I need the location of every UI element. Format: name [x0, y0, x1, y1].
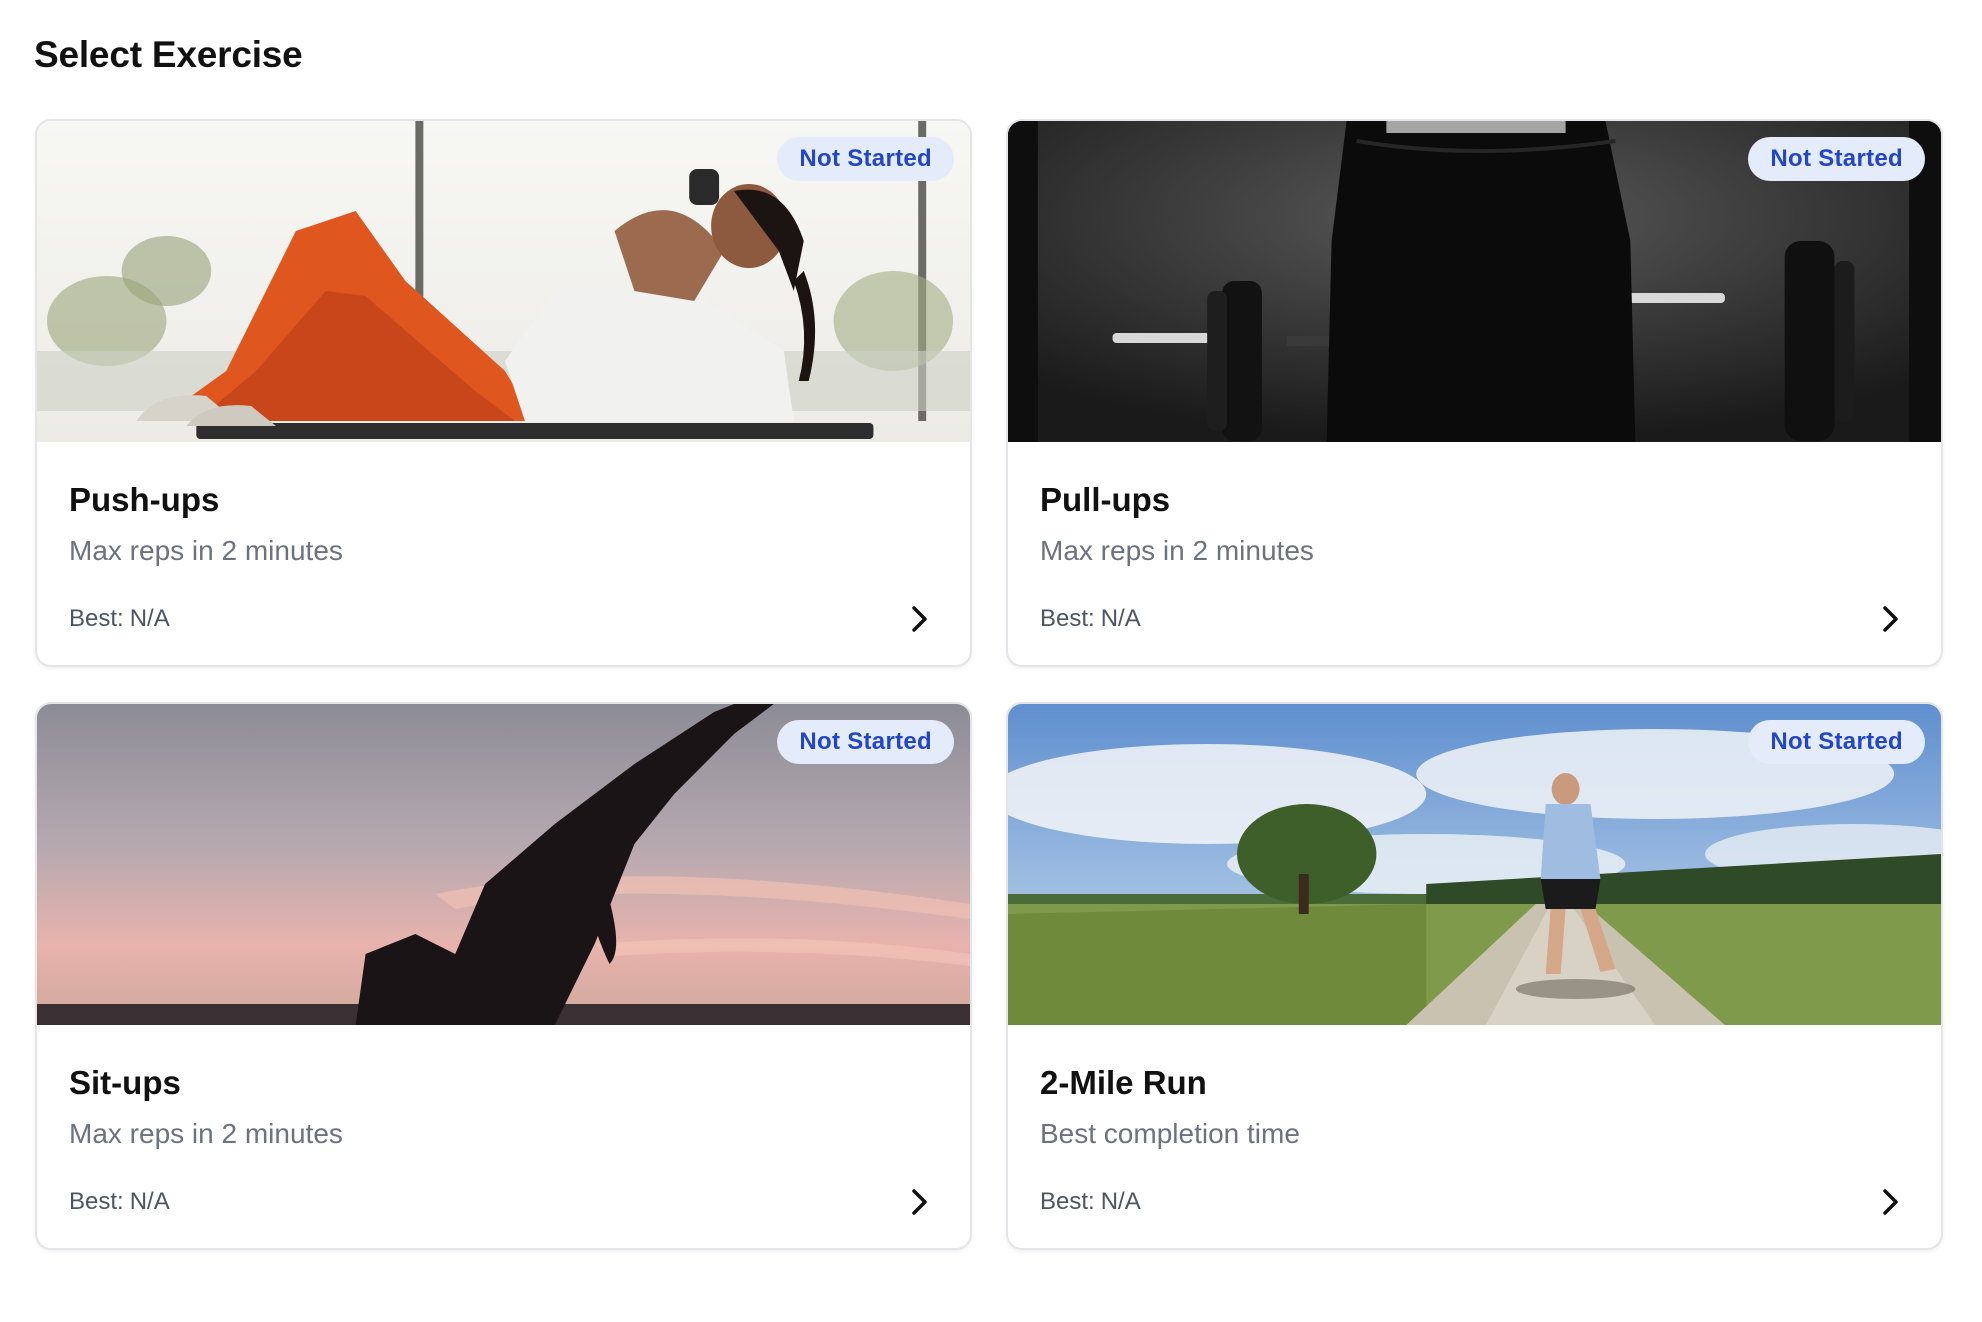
exercise-grid: Not Started Push-ups Max reps in 2 minut… — [35, 119, 1943, 1250]
card-footer: Best: N/A — [69, 1182, 938, 1222]
best-label: Best: — [69, 605, 124, 632]
exercise-card-sit-ups[interactable]: Not Started Sit-ups Max reps in 2 minute… — [35, 702, 972, 1250]
exercise-image: Not Started — [1008, 121, 1941, 442]
page-title: Select Exercise — [34, 34, 303, 75]
chevron-right-icon[interactable] — [902, 601, 938, 637]
status-badge: Not Started — [777, 137, 954, 181]
status-badge: Not Started — [1748, 137, 1925, 181]
status-badge: Not Started — [777, 720, 954, 764]
exercise-image: Not Started — [37, 121, 970, 442]
card-body: 2-Mile Run Best completion time — [1008, 1025, 1941, 1152]
exercise-image: Not Started — [37, 704, 970, 1025]
exercise-name: Pull-ups — [1040, 481, 1171, 518]
page: Select Exercise Not Started Push-ups Max… — [0, 0, 1982, 1322]
exercise-description: Best completion time — [1040, 1118, 1300, 1149]
exercise-card-push-ups[interactable]: Not Started Push-ups Max reps in 2 minut… — [35, 119, 972, 667]
exercise-description: Max reps in 2 minutes — [1040, 535, 1314, 566]
chevron-right-icon[interactable] — [902, 1184, 938, 1220]
best-value: N/A — [129, 1188, 170, 1215]
card-footer: Best: N/A — [1040, 1182, 1909, 1222]
card-footer: Best: N/A — [1040, 599, 1909, 639]
card-footer: Best: N/A — [69, 599, 938, 639]
exercise-image: Not Started — [1008, 704, 1941, 1025]
exercise-description: Max reps in 2 minutes — [69, 1118, 343, 1149]
status-badge: Not Started — [1748, 720, 1925, 764]
exercise-name: 2-Mile Run — [1040, 1064, 1207, 1101]
best-score: Best: N/A — [69, 605, 170, 633]
exercise-description: Max reps in 2 minutes — [69, 535, 343, 566]
chevron-right-icon[interactable] — [1873, 601, 1909, 637]
card-body: Pull-ups Max reps in 2 minutes — [1008, 442, 1941, 569]
exercise-name: Sit-ups — [69, 1064, 181, 1101]
best-value: N/A — [1100, 605, 1141, 632]
best-label: Best: — [1040, 605, 1095, 632]
exercise-card-2-mile-run[interactable]: Not Started 2-Mile Run Best completion t… — [1006, 702, 1943, 1250]
best-value: N/A — [129, 605, 170, 632]
best-label: Best: — [69, 1188, 124, 1215]
exercise-card-pull-ups[interactable]: Not Started Pull-ups Max reps in 2 minut… — [1006, 119, 1943, 667]
best-label: Best: — [1040, 1188, 1095, 1215]
best-value: N/A — [1100, 1188, 1141, 1215]
best-score: Best: N/A — [1040, 1188, 1141, 1216]
card-body: Sit-ups Max reps in 2 minutes — [37, 1025, 970, 1152]
exercise-name: Push-ups — [69, 481, 220, 518]
best-score: Best: N/A — [1040, 605, 1141, 633]
chevron-right-icon[interactable] — [1873, 1184, 1909, 1220]
card-body: Push-ups Max reps in 2 minutes — [37, 442, 970, 569]
best-score: Best: N/A — [69, 1188, 170, 1216]
